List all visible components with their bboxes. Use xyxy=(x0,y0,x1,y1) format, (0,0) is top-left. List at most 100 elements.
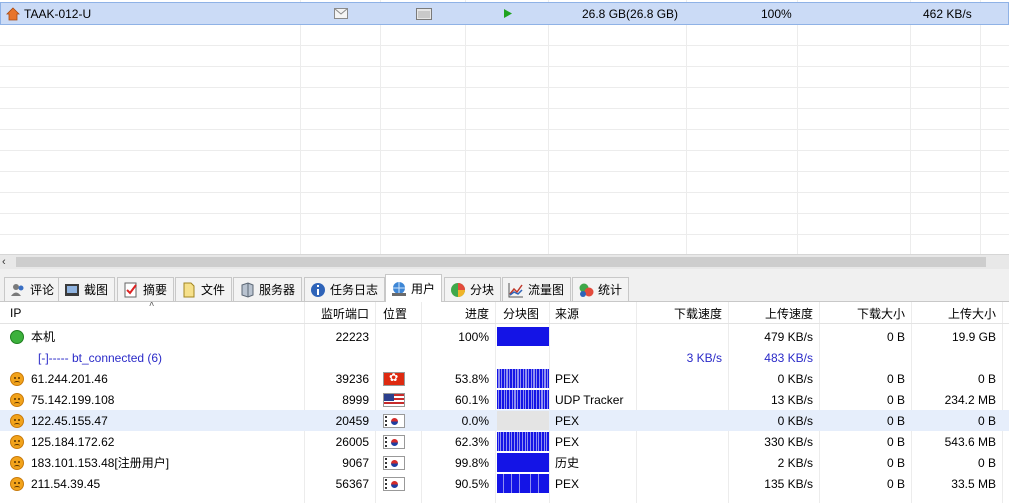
chunk-map xyxy=(497,327,549,346)
tab-statistics[interactable]: 统计 xyxy=(572,277,630,301)
tab-chunks[interactable]: 分块 xyxy=(444,277,502,301)
window-icon[interactable] xyxy=(416,3,432,24)
chunk-slice xyxy=(508,369,509,388)
peer-row[interactable]: 211.54.39.45 56367 90.5% PEX 135 KB/s 0 B 33.5… xyxy=(0,473,1009,494)
peer-up-size: 0 B xyxy=(911,452,1002,473)
peer-up-size: 543.6 MB xyxy=(911,431,1002,452)
chunk-slice xyxy=(525,474,526,493)
tab-servers[interactable]: 服务器 xyxy=(233,277,303,301)
header-progress[interactable]: 进度 xyxy=(421,302,495,324)
header-down-speed[interactable]: 下载速度 xyxy=(636,302,728,324)
header-down-size[interactable]: 下载大小 xyxy=(819,302,911,324)
home-icon xyxy=(6,6,20,21)
header-up-speed[interactable]: 上传速度 xyxy=(728,302,819,324)
chunk-slice xyxy=(515,474,516,493)
peer-row[interactable]: 122.45.155.47 20459 0.0% PEX 0 KB/s 0 B 0 B xyxy=(0,410,1009,431)
peer-progress: 99.8% xyxy=(421,452,495,473)
peer-source-text: PEX xyxy=(555,371,580,386)
tab-files[interactable]: 文件 xyxy=(175,277,233,301)
header-up-size[interactable]: 上传大小 xyxy=(911,302,1002,324)
tab-screenshots[interactable]: 截图 xyxy=(58,277,116,301)
tab-label: 分块 xyxy=(470,283,495,297)
peer-up-size: 234.2 MB xyxy=(911,389,1002,410)
chunk-slice xyxy=(509,390,510,409)
header-source[interactable]: 来源 xyxy=(549,302,636,324)
peer-port: 20459 xyxy=(304,410,375,431)
chunk-slice xyxy=(531,369,532,388)
header-port[interactable]: 监听端口 xyxy=(304,302,375,324)
peer-location xyxy=(377,389,421,410)
task-name: TAAK-012-U xyxy=(24,6,92,21)
chunk-slice xyxy=(511,432,512,451)
chunk-slice xyxy=(506,390,507,409)
tab-users[interactable]: 用户 xyxy=(385,274,443,302)
peer-row[interactable]: 183.101.153.48[注册用户] 9067 99.8% 历史 2 KB/s 0 B… xyxy=(0,452,1009,473)
header-location[interactable]: 位置 xyxy=(377,302,421,324)
scroll-left-icon[interactable]: ‹ xyxy=(2,255,6,270)
header-ip[interactable]: IP xyxy=(4,302,304,324)
chunk-slice xyxy=(499,390,500,409)
kr-flag-icon xyxy=(383,476,405,491)
hk-flag-icon xyxy=(383,371,405,386)
chunk-slice xyxy=(499,369,500,388)
pie-icon xyxy=(450,282,466,298)
peer-row[interactable]: 125.184.172.62 26005 62.3% PEX 330 KB/s 0 B 54… xyxy=(0,431,1009,452)
empty-row xyxy=(0,109,1009,130)
peer-ip-text: 本机 xyxy=(31,330,56,344)
chunk-slice xyxy=(547,432,548,451)
tab-summary[interactable]: 摘要 xyxy=(117,277,175,301)
chunk-slice xyxy=(510,390,511,409)
peer-up-size: 19.9 GB xyxy=(911,326,1002,347)
chunk-slice xyxy=(500,474,501,493)
chunk-slice xyxy=(528,474,529,493)
peer-port-text: 56367 xyxy=(335,476,369,491)
tab-task-log[interactable]: 任务日志 xyxy=(304,277,386,301)
tab-comments[interactable]: 评论 xyxy=(4,277,62,301)
comment-icon xyxy=(10,282,26,298)
peer-up-size-text: 33.5 MB xyxy=(951,476,996,491)
peer-down-size-text: 0 B xyxy=(886,434,905,449)
peer-row[interactable]: 61.244.201.46 39236 53.8% PEX 0 KB/s 0 B 0 B xyxy=(0,368,1009,389)
header-chunks[interactable]: 分块图 xyxy=(497,302,549,324)
chunk-slice xyxy=(515,369,516,388)
tab-traffic-chart[interactable]: 流量图 xyxy=(502,277,572,301)
chunk-slice xyxy=(503,474,504,493)
chunk-slice xyxy=(532,474,533,493)
chunk-slice xyxy=(517,432,518,451)
peer-up-speed-text: 0 KB/s xyxy=(777,371,813,386)
server-icon xyxy=(239,281,255,298)
peer-down-size-text: 0 B xyxy=(886,476,905,491)
summary-icon xyxy=(123,282,139,298)
peer-row[interactable]: 本机 22223 100% 479 KB/s 0 B 19.9 GB xyxy=(0,326,1009,347)
peer-progress: 90.5% xyxy=(421,473,495,494)
scrollbar-thumb[interactable] xyxy=(16,257,986,267)
chunk-slice xyxy=(513,432,514,451)
peer-ip: 211.54.39.45 xyxy=(4,473,304,494)
chunk-slice xyxy=(545,369,546,388)
play-icon[interactable] xyxy=(503,3,513,24)
kr-flag-icon xyxy=(383,455,405,470)
peer-group-row[interactable]: [-]----- bt_connected (6) 3 KB/s 483 KB/s xyxy=(0,347,1009,368)
peer-progress: 0.0% xyxy=(421,410,495,431)
peer-up-speed-text: 483 KB/s xyxy=(764,350,813,365)
chunk-slice xyxy=(519,474,520,493)
peer-up-speed-text: 330 KB/s xyxy=(764,434,813,449)
peer-up-speed-text: 0 KB/s xyxy=(777,413,813,428)
peer-ip-text: 211.54.39.45 xyxy=(31,476,101,491)
mail-icon[interactable] xyxy=(334,3,348,24)
peer-up-size-text: 0 B xyxy=(977,371,996,386)
horizontal-scrollbar[interactable]: ‹ xyxy=(0,254,1009,269)
file-icon xyxy=(181,282,197,298)
peer-row[interactable]: 75.142.199.108 8999 60.1% UDP Tracker 13 KB/… xyxy=(0,389,1009,410)
peer-up-size-text: 543.6 MB xyxy=(944,434,996,449)
chunk-slice xyxy=(520,474,521,493)
chunk-slice xyxy=(538,390,539,409)
peer-progress: 62.3% xyxy=(421,431,495,452)
chunk-slice xyxy=(531,474,532,493)
chunk-slice xyxy=(531,432,532,451)
chunk-slice xyxy=(506,474,507,493)
peer-up-speed: 479 KB/s xyxy=(728,326,819,347)
chunk-slice xyxy=(519,369,520,388)
peer-up-size-text: 234.2 MB xyxy=(944,392,996,407)
task-row[interactable]: TAAK-012-U 26.8 GB(26.8 GB) 100% 462 KB/… xyxy=(0,2,1009,25)
